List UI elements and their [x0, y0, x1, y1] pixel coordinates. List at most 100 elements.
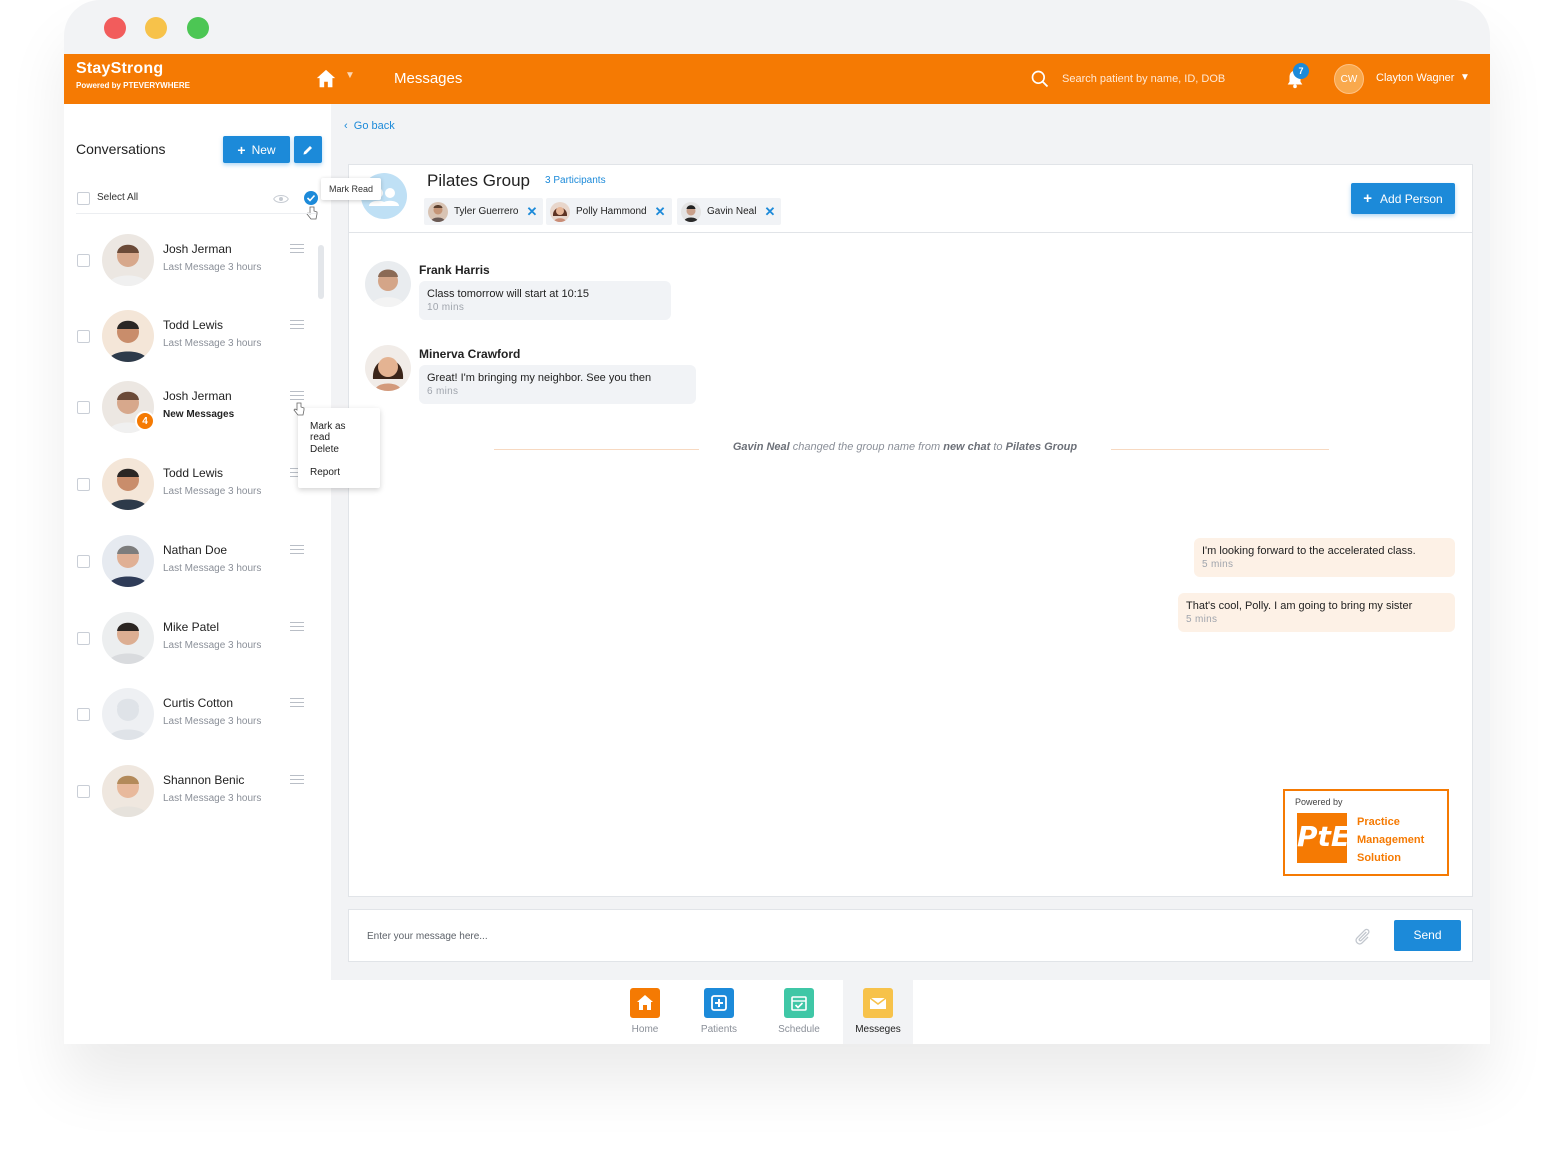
- select-all-checkbox[interactable]: [77, 192, 90, 205]
- menu-icon[interactable]: [290, 545, 304, 555]
- pte-logo-mark: PtE: [1297, 813, 1350, 863]
- menu-icon[interactable]: [290, 244, 304, 254]
- tab-label: Home: [631, 1024, 659, 1035]
- search-icon[interactable]: [1030, 69, 1050, 89]
- add-person-label: Add Person: [1380, 191, 1443, 206]
- participant-name: Gavin Neal: [707, 206, 757, 217]
- system-text: to: [993, 441, 1003, 453]
- menu-icon[interactable]: [290, 698, 304, 708]
- conversation-item[interactable]: Shannon Benic Last Message 3 hours: [64, 765, 324, 827]
- menu-item-report[interactable]: Report: [298, 462, 380, 485]
- send-button[interactable]: Send: [1394, 920, 1461, 951]
- participant-avatar: [681, 201, 701, 222]
- conversation-checkbox[interactable]: [77, 555, 90, 568]
- conversation-item[interactable]: Todd Lewis Last Message 3 hours: [64, 458, 324, 520]
- cursor-hand-icon: [293, 402, 305, 416]
- home-icon[interactable]: [315, 68, 337, 90]
- message-input[interactable]: [367, 926, 1267, 946]
- tab-patients[interactable]: Patients: [684, 980, 754, 1044]
- go-back-link[interactable]: ‹ Go back: [344, 120, 395, 132]
- conversation-item[interactable]: Josh Jerman Last Message 3 hours: [64, 234, 324, 296]
- remove-participant-icon[interactable]: ✕: [655, 204, 666, 220]
- unread-count-badge: 4: [135, 411, 155, 431]
- conversation-checkbox[interactable]: [77, 478, 90, 491]
- conversation-checkbox[interactable]: [77, 330, 90, 343]
- conversation-status: Last Message 3 hours: [163, 716, 262, 727]
- conversation-item[interactable]: Mike Patel Last Message 3 hours: [64, 612, 324, 674]
- window-maximize-button[interactable]: [187, 17, 209, 39]
- mark-read-icon[interactable]: [304, 191, 318, 205]
- conversation-name: Shannon Benic: [163, 773, 245, 787]
- avatar: [102, 765, 154, 817]
- edit-button[interactable]: [294, 136, 322, 163]
- tab-messages[interactable]: Messeges: [843, 980, 913, 1044]
- chat-panel: Pilates Group 3 Participants Tyler Guerr…: [348, 164, 1473, 897]
- message-bubble: Class tomorrow will start at 10:15 10 mi…: [419, 281, 671, 320]
- user-name[interactable]: Clayton Wagner: [1376, 72, 1454, 84]
- system-text: changed the group name from: [792, 441, 941, 453]
- system-new-name: Pilates Group: [1005, 441, 1078, 453]
- conversation-status: Last Message 3 hours: [163, 793, 262, 804]
- chevron-down-icon[interactable]: ▼: [1460, 72, 1470, 83]
- divider: [1111, 449, 1329, 450]
- go-back-label: Go back: [353, 120, 395, 132]
- conversation-checkbox[interactable]: [77, 708, 90, 721]
- check-icon: [306, 194, 316, 202]
- menu-icon[interactable]: [290, 622, 304, 632]
- message-text: Class tomorrow will start at 10:15: [427, 288, 589, 300]
- tab-label: Schedule: [778, 1024, 820, 1035]
- tab-label: Patients: [700, 1024, 738, 1035]
- conversation-item[interactable]: Josh Jerman New Messages 4: [64, 381, 324, 443]
- window-minimize-button[interactable]: [145, 17, 167, 39]
- conversation-item[interactable]: Todd Lewis Last Message 3 hours: [64, 310, 324, 372]
- participant-chip: Polly Hammond ✕: [546, 198, 672, 225]
- window-close-button[interactable]: [104, 17, 126, 39]
- home-icon: [630, 988, 660, 1018]
- patient-search-input[interactable]: [1062, 68, 1262, 90]
- conversation-status: Last Message 3 hours: [163, 563, 262, 574]
- user-avatar[interactable]: CW: [1334, 64, 1364, 94]
- new-button-label: New: [251, 142, 276, 157]
- conversation-checkbox[interactable]: [77, 632, 90, 645]
- remove-participant-icon[interactable]: ✕: [526, 204, 537, 220]
- pte-line: Practice: [1357, 816, 1400, 828]
- brand-logo[interactable]: StayStrong Powered by PTEVERYWHERE: [76, 60, 190, 90]
- participant-avatar: [550, 201, 570, 222]
- conversation-checkbox[interactable]: [77, 785, 90, 798]
- remove-participant-icon[interactable]: ✕: [764, 204, 775, 220]
- chevron-down-icon[interactable]: ▼: [345, 70, 355, 81]
- powered-by-label: Powered by: [1295, 797, 1343, 807]
- menu-icon[interactable]: [290, 775, 304, 785]
- plus-icon: +: [237, 141, 246, 158]
- paperclip-icon[interactable]: [1353, 926, 1373, 948]
- menu-icon[interactable]: [290, 391, 304, 401]
- menu-icon[interactable]: [290, 320, 304, 330]
- conversation-checkbox[interactable]: [77, 254, 90, 267]
- pencil-icon: [303, 145, 312, 154]
- participant-avatar: [428, 201, 448, 222]
- message-time: 6 mins: [427, 386, 459, 397]
- conversation-item[interactable]: Curtis Cotton Last Message 3 hours: [64, 688, 324, 750]
- participant-name: Tyler Guerrero: [454, 206, 519, 217]
- conversation-name: Josh Jerman: [163, 242, 232, 256]
- new-conversation-button[interactable]: + New: [223, 136, 290, 163]
- avatar: [102, 688, 154, 740]
- menu-item-mark-as-read[interactable]: Mark as read: [298, 416, 380, 443]
- top-navbar: StayStrong Powered by PTEVERYWHERE ▼ Mes…: [64, 54, 1490, 104]
- tab-schedule[interactable]: Schedule: [764, 980, 834, 1044]
- system-old-name: new chat: [943, 441, 991, 453]
- tab-home[interactable]: Home: [610, 980, 680, 1044]
- outgoing-message-bubble: I'm looking forward to the accelerated c…: [1194, 538, 1455, 577]
- avatar: [102, 612, 154, 664]
- conversation-name: Todd Lewis: [163, 466, 224, 480]
- conversation-checkbox[interactable]: [77, 401, 90, 414]
- brand-subtitle: Powered by PTEVERYWHERE: [76, 81, 190, 90]
- divider: [349, 232, 1472, 233]
- conversation-item[interactable]: Nathan Doe Last Message 3 hours: [64, 535, 324, 597]
- add-person-button[interactable]: + Add Person: [1351, 183, 1455, 214]
- conversation-status: New Messages: [163, 409, 235, 420]
- participants-link[interactable]: 3 Participants: [545, 175, 606, 186]
- eye-icon[interactable]: [273, 193, 289, 205]
- chevron-left-icon: ‹: [344, 120, 348, 132]
- pte-line: Solution: [1357, 852, 1401, 864]
